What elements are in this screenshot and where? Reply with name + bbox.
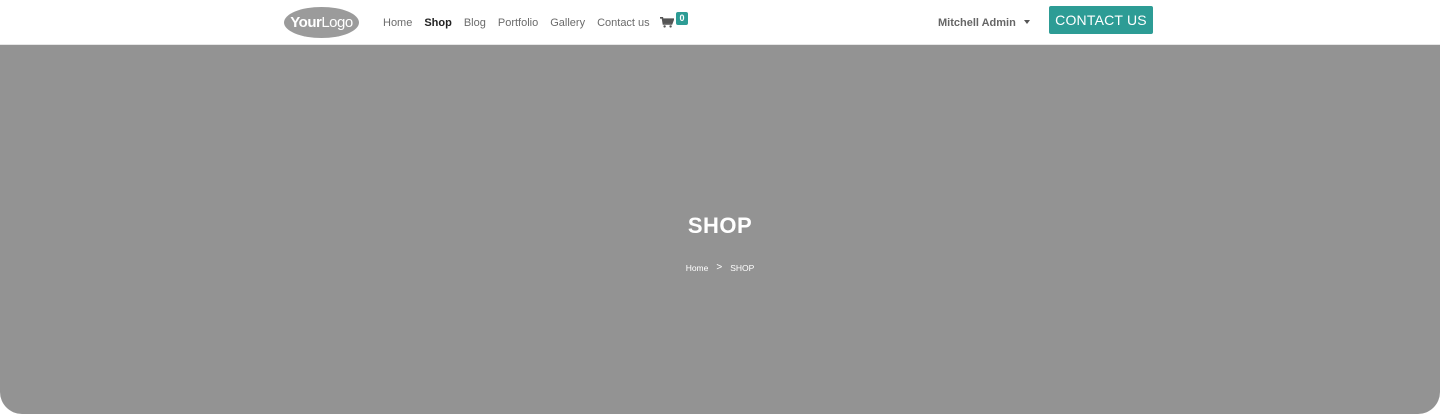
breadcrumb-separator-icon: > (716, 262, 723, 273)
breadcrumb: Home > SHOP (0, 262, 1440, 273)
logo-bold-text: Your (290, 14, 322, 31)
user-menu-dropdown[interactable]: Mitchell Admin (938, 17, 1030, 29)
nav-item-home[interactable]: Home (383, 17, 412, 29)
nav-item-blog[interactable]: Blog (464, 17, 486, 29)
cart-button[interactable]: 0 (660, 11, 690, 31)
nav-item-shop[interactable]: Shop (424, 17, 452, 29)
user-name: Mitchell Admin (938, 17, 1016, 29)
nav-item-gallery[interactable]: Gallery (550, 17, 585, 29)
top-navbar: Your Logo Home Shop Blog Portfolio Galler… (0, 0, 1440, 45)
page-header-banner: SHOP Home > SHOP (0, 45, 1440, 414)
cart-count-badge: 0 (676, 12, 688, 25)
cart-icon (660, 17, 674, 28)
page-title: SHOP (687, 213, 753, 238)
breadcrumb-current: SHOP (730, 262, 755, 273)
main-nav: Home Shop Blog Portfolio Gallery Contact… (383, 17, 662, 29)
logo-light-text: Logo (321, 14, 353, 31)
site-logo[interactable]: Your Logo (284, 7, 359, 38)
nav-item-portfolio[interactable]: Portfolio (498, 17, 538, 29)
breadcrumb-home-link[interactable]: Home (686, 263, 709, 273)
nav-item-contact-us[interactable]: Contact us (597, 17, 650, 29)
caret-down-icon (1023, 20, 1030, 24)
contact-us-button[interactable]: CONTACT US (1049, 6, 1153, 34)
